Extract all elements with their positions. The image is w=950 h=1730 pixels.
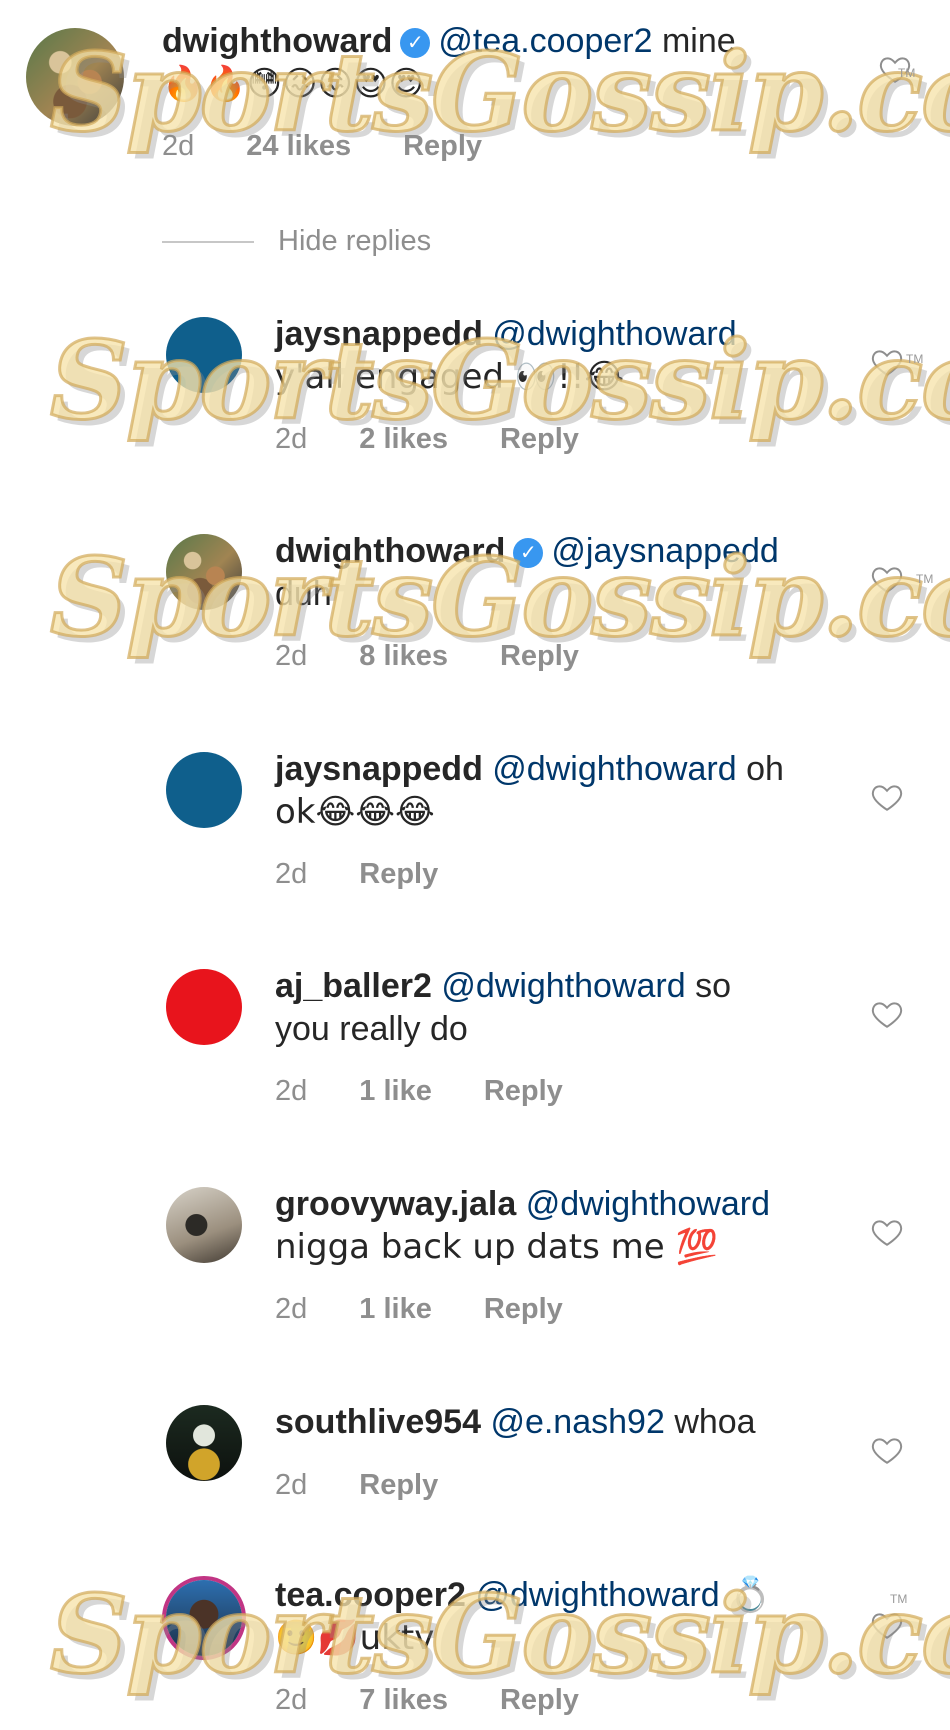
comment-username[interactable]: jaysnappedd — [275, 315, 483, 353]
comment-body: 💍 — [729, 1575, 772, 1615]
comment-meta: 2d 24 likes Reply — [162, 130, 534, 163]
comment-mention[interactable]: @dwighthoward — [492, 750, 736, 788]
comment-body-line2: you really do — [275, 1010, 468, 1048]
avatar[interactable] — [166, 1580, 242, 1656]
reply-button[interactable]: Reply — [359, 1469, 438, 1501]
comment-mention[interactable]: @e.nash92 — [490, 1403, 664, 1441]
comment-meta: 2d 8 likes Reply — [275, 640, 631, 673]
comment-text: dwighthoward ✓ @tea.cooper2 mine 🔥🔥😳😖😖😍😍 — [162, 20, 862, 106]
comment-text: dwighthoward ✓ @jaysnappedd duh — [275, 530, 855, 616]
comment-meta: 2d 7 likes Reply — [275, 1684, 631, 1717]
comment-body-line2: 🙂💋uktv — [275, 1618, 435, 1658]
comment-body: so — [695, 967, 732, 1005]
comment-time: 2d — [275, 858, 308, 890]
reply-button[interactable]: Reply — [500, 423, 579, 455]
comment-mention[interactable]: @dwighthoward — [475, 1576, 719, 1614]
avatar[interactable] — [166, 969, 242, 1045]
reply-button[interactable]: Reply — [359, 858, 438, 890]
comment-text: jaysnappedd @dwighthoward oh ok😂😂😂 — [275, 748, 855, 834]
comment-text: southlive954 @e.nash92 whoa — [275, 1401, 855, 1444]
comment-body: mine — [661, 22, 736, 60]
comment-likes[interactable]: 1 like — [359, 1075, 432, 1107]
avatar[interactable] — [166, 317, 242, 393]
comment-text: aj_baller2 @dwighthoward so you really d… — [275, 965, 855, 1051]
heart-outline-icon[interactable] — [870, 1608, 904, 1642]
heart-outline-icon[interactable] — [870, 997, 904, 1031]
comment-text: groovyway.jala @dwighthoward nigga back … — [275, 1183, 855, 1269]
comment-username[interactable]: aj_baller2 — [275, 967, 432, 1005]
comment-mention[interactable]: @jaysnappedd — [551, 532, 778, 570]
comment-likes[interactable]: 8 likes — [359, 640, 448, 672]
comment-likes[interactable]: 24 likes — [246, 130, 351, 162]
comment-username[interactable]: tea.cooper2 — [275, 1576, 466, 1614]
comment-time: 2d — [162, 130, 195, 162]
comment-username[interactable]: southlive954 — [275, 1403, 481, 1441]
comment-time: 2d — [275, 423, 308, 455]
heart-outline-icon[interactable] — [870, 1433, 904, 1467]
verified-badge-icon: ✓ — [513, 538, 544, 569]
comment-body: y'all engaged 👀!!😂 — [275, 357, 625, 397]
comment-mention[interactable]: @dwighthoward — [492, 315, 736, 353]
comment-time: 2d — [275, 640, 308, 672]
comment-username[interactable]: jaysnappedd — [275, 750, 483, 788]
heart-outline-icon[interactable] — [870, 780, 904, 814]
hide-replies-button[interactable]: Hide replies — [162, 225, 431, 258]
comment-body-line2: ok😂😂😂 — [275, 792, 435, 832]
comment-time: 2d — [275, 1469, 308, 1501]
comment-time: 2d — [275, 1684, 308, 1716]
comment-meta: 2d 2 likes Reply — [275, 423, 631, 456]
comment-text: jaysnappedd @dwighthoward y'all engaged … — [275, 313, 855, 399]
reply-button[interactable]: Reply — [500, 1684, 579, 1716]
comment-mention[interactable]: @dwighthoward — [441, 967, 685, 1005]
comment-body: nigga back up dats me 💯 — [275, 1227, 718, 1267]
comment-meta: 2d Reply — [275, 1469, 490, 1502]
comment-likes[interactable]: 2 likes — [359, 423, 448, 455]
heart-outline-icon[interactable] — [870, 345, 904, 379]
comment-time: 2d — [275, 1293, 308, 1325]
watermark-tm: TM — [890, 1592, 908, 1606]
comment-likes[interactable]: 1 like — [359, 1293, 432, 1325]
reply-button[interactable]: Reply — [403, 130, 482, 162]
comment-time: 2d — [275, 1075, 308, 1107]
reply-button[interactable]: Reply — [484, 1075, 563, 1107]
avatar[interactable] — [166, 1405, 242, 1481]
comment-meta: 2d Reply — [275, 858, 490, 891]
avatar[interactable] — [166, 534, 242, 610]
comment-body-line2: 🔥🔥😳😖😖😍😍 — [162, 64, 424, 104]
verified-badge-icon: ✓ — [400, 28, 431, 59]
reply-button[interactable]: Reply — [484, 1293, 563, 1325]
watermark-tm: TM — [916, 572, 934, 586]
avatar[interactable] — [166, 1187, 242, 1263]
comment-body: whoa — [674, 1403, 756, 1441]
comment-text: tea.cooper2 @dwighthoward 💍 🙂💋uktv — [275, 1574, 855, 1660]
comment-username[interactable]: dwighthoward — [162, 22, 392, 60]
comment-meta: 2d 1 like Reply — [275, 1075, 615, 1108]
watermark-tm: TM — [906, 352, 924, 366]
heart-outline-icon[interactable] — [870, 562, 904, 596]
avatar[interactable] — [166, 752, 242, 828]
comment-username[interactable]: dwighthoward — [275, 532, 505, 570]
comment-body: oh — [746, 750, 784, 788]
comment-mention[interactable]: @tea.cooper2 — [438, 22, 652, 60]
heart-outline-icon[interactable] — [870, 1215, 904, 1249]
watermark-tm: TM — [898, 66, 916, 80]
comment-likes[interactable]: 7 likes — [359, 1684, 448, 1716]
comment-meta: 2d 1 like Reply — [275, 1293, 615, 1326]
comment-mention[interactable]: @dwighthoward — [526, 1185, 770, 1223]
comment-username[interactable]: groovyway.jala — [275, 1185, 516, 1223]
divider — [162, 241, 254, 244]
avatar[interactable] — [26, 28, 124, 126]
hide-replies-label: Hide replies — [278, 225, 432, 257]
reply-button[interactable]: Reply — [500, 640, 579, 672]
comment-body: duh — [275, 575, 332, 613]
